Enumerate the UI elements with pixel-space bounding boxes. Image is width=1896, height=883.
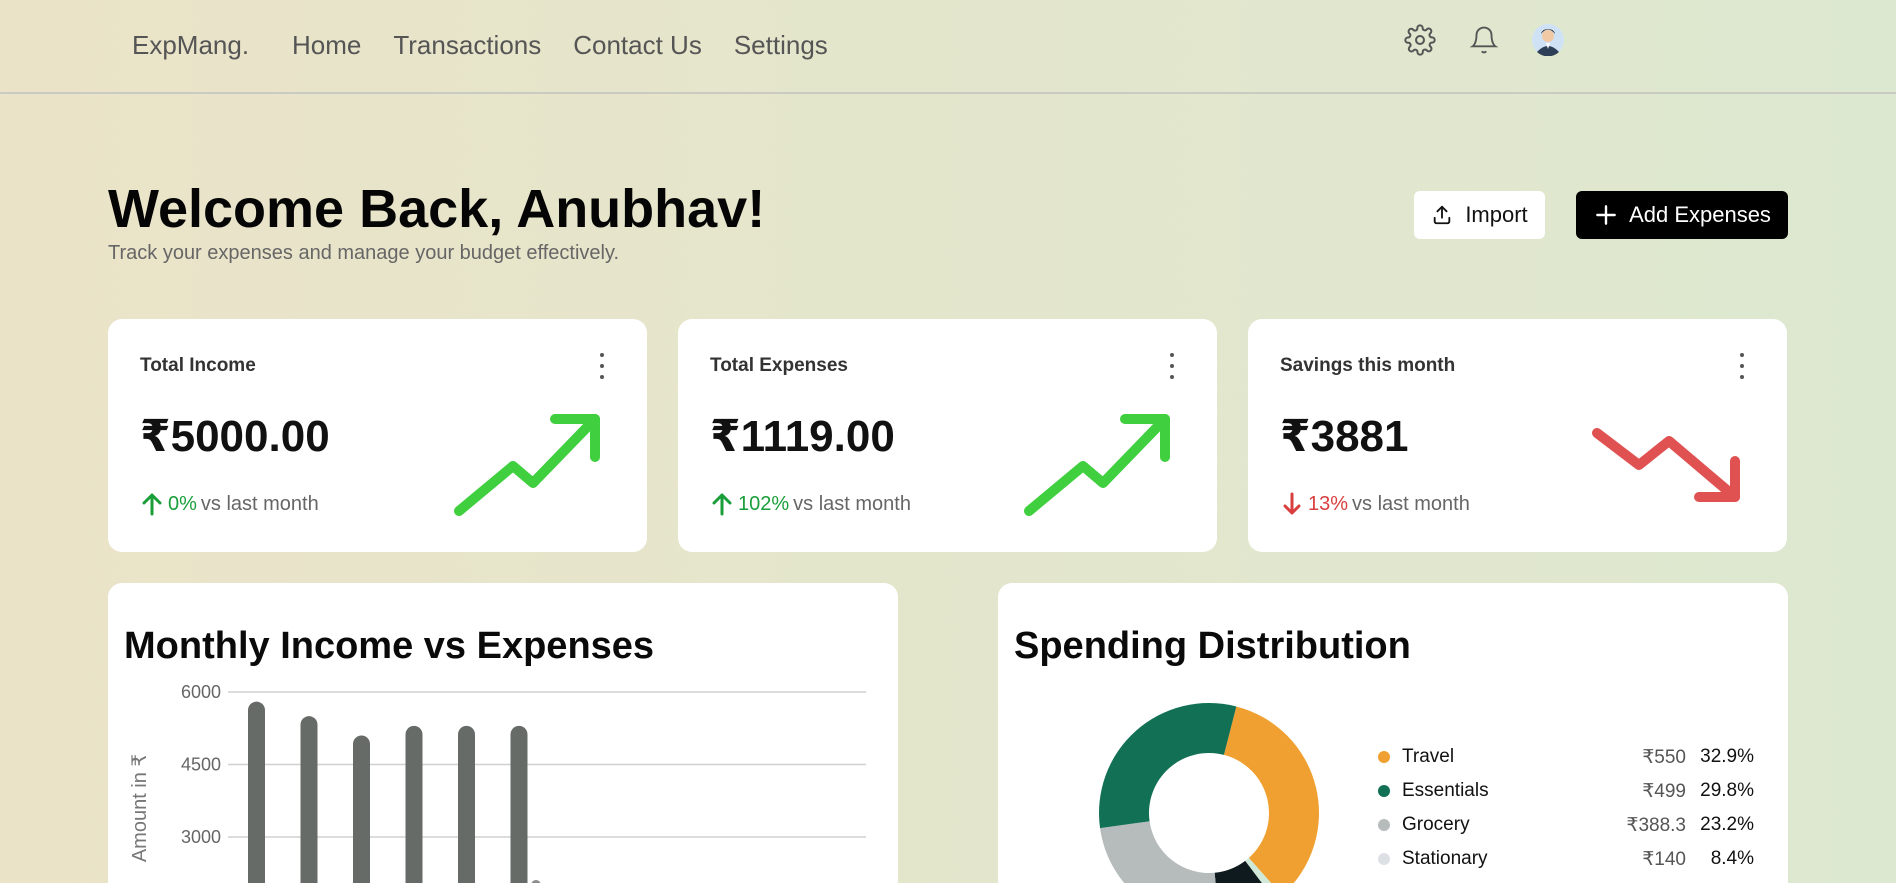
- bar: [405, 725, 423, 883]
- card-total-expenses: Total Expenses ₹1119.00 102% vs last mon…: [678, 319, 1217, 552]
- page-subtitle: Track your expenses and manage your budg…: [108, 242, 620, 264]
- bar: [248, 701, 265, 883]
- card-change: 102% vs last month: [710, 491, 911, 517]
- upload-icon: [1434, 205, 1451, 225]
- card-change-pct: 102%: [738, 492, 790, 515]
- legend-name: Stationary: [1402, 848, 1488, 869]
- gear-icon[interactable]: [1402, 22, 1438, 58]
- trend-up-icon: [454, 414, 600, 516]
- donut-slice-travel: [1223, 706, 1319, 883]
- legend-amount: ₹140: [1642, 848, 1686, 870]
- legend-percent: 32.9%: [1700, 746, 1754, 767]
- trend-down-icon: [1592, 428, 1740, 502]
- card-change-pct: 0%: [168, 492, 197, 515]
- bell-icon[interactable]: [1466, 22, 1502, 58]
- avatar[interactable]: [1530, 22, 1566, 58]
- card-change-suffix: vs last month: [1352, 492, 1470, 515]
- card-change: 13% vs last month: [1280, 491, 1470, 517]
- import-label: Import: [1465, 202, 1528, 227]
- nav-link-settings[interactable]: Settings: [734, 30, 828, 61]
- import-button[interactable]: Import: [1414, 191, 1545, 239]
- legend-item: Grocery ₹388.3 23.2%: [1378, 808, 1754, 842]
- y-tick-label: 6000: [181, 682, 221, 702]
- card-total-income: Total Income ₹5000.00 0% vs last month: [108, 319, 647, 552]
- card-title: Total Income: [140, 355, 256, 376]
- bar: [458, 725, 475, 883]
- legend-item: Stationary ₹140 8.4%: [1378, 842, 1754, 876]
- card-change: 0% vs last month: [140, 491, 319, 517]
- donut-slice-essentials: [1099, 703, 1237, 829]
- y-tick-label: 4500: [181, 755, 221, 775]
- bar: [353, 735, 370, 883]
- nav-icons: [1402, 22, 1566, 58]
- legend-dot: [1378, 751, 1390, 763]
- income-expense-chart: 6000450030001500Amount in ₹: [129, 682, 866, 883]
- legend-name: Essentials: [1402, 780, 1489, 801]
- card-value: ₹1119.00: [710, 412, 895, 461]
- legend-dot: [1378, 785, 1390, 797]
- add-expenses-label: Add Expenses: [1629, 202, 1771, 227]
- nav-link-contact-us[interactable]: Contact Us: [573, 30, 702, 61]
- arrow-down-icon: [1283, 492, 1301, 515]
- legend-dot: [1378, 853, 1390, 865]
- card-change-suffix: vs last month: [200, 492, 319, 515]
- more-vertical-icon[interactable]: [1167, 353, 1177, 379]
- arrow-up-icon: [142, 493, 162, 516]
- y-tick-label: 3000: [181, 827, 221, 847]
- brand-logo[interactable]: ExpMang.: [132, 30, 249, 61]
- card-change-suffix: vs last month: [793, 492, 911, 515]
- spending-donut-chart: [1099, 703, 1319, 883]
- add-expenses-button[interactable]: Add Expenses: [1576, 191, 1788, 239]
- bar: [300, 716, 318, 883]
- nav-link-transactions[interactable]: Transactions: [393, 30, 541, 61]
- income-expense-panel: Monthly Income vs Expenses 6000450030001…: [108, 583, 898, 883]
- page-title: Welcome Back, Anubhav!: [108, 179, 766, 239]
- legend-name: Grocery: [1402, 814, 1470, 835]
- legend-item: Travel ₹550 32.9%: [1378, 740, 1754, 774]
- plus-icon: [1596, 205, 1616, 225]
- spending-legend: Travel ₹550 32.9% Essentials ₹499 29.8% Grocer…: [1378, 740, 1754, 876]
- top-nav: ExpMang. Home Transactions Contact Us Se…: [0, 0, 1896, 94]
- more-vertical-icon[interactable]: [597, 353, 607, 379]
- legend-name: Travel: [1402, 746, 1455, 767]
- trend-up-icon: [1024, 414, 1170, 516]
- card-value: ₹3881: [1280, 412, 1409, 461]
- legend-item: Essentials ₹499 29.8%: [1378, 774, 1754, 808]
- card-title: Total Expenses: [710, 355, 848, 376]
- legend-percent: 23.2%: [1700, 814, 1754, 835]
- legend-amount: ₹499: [1642, 780, 1686, 802]
- legend-amount: ₹550: [1642, 746, 1686, 768]
- donut-slice-grocery: [1100, 821, 1216, 883]
- bar: [510, 725, 528, 883]
- legend-amount: ₹388.3: [1626, 814, 1686, 836]
- nav-link-home[interactable]: Home: [292, 30, 361, 61]
- card-savings: Savings this month ₹3881 13% vs last mon…: [1248, 319, 1787, 552]
- legend-dot: [1378, 819, 1390, 831]
- spending-panel: Spending Distribution Travel ₹550 32.9% Ess…: [998, 583, 1788, 883]
- y-axis-label: Amount in ₹: [129, 754, 151, 862]
- card-change-pct: 13%: [1308, 492, 1349, 515]
- arrow-up-icon: [712, 493, 732, 516]
- more-vertical-icon[interactable]: [1737, 353, 1747, 379]
- legend-percent: 8.4%: [1710, 848, 1754, 869]
- card-title: Savings this month: [1280, 355, 1456, 376]
- card-value: ₹5000.00: [140, 412, 330, 461]
- nav-links: Home Transactions Contact Us Settings: [292, 30, 828, 61]
- legend-percent: 29.8%: [1700, 780, 1754, 801]
